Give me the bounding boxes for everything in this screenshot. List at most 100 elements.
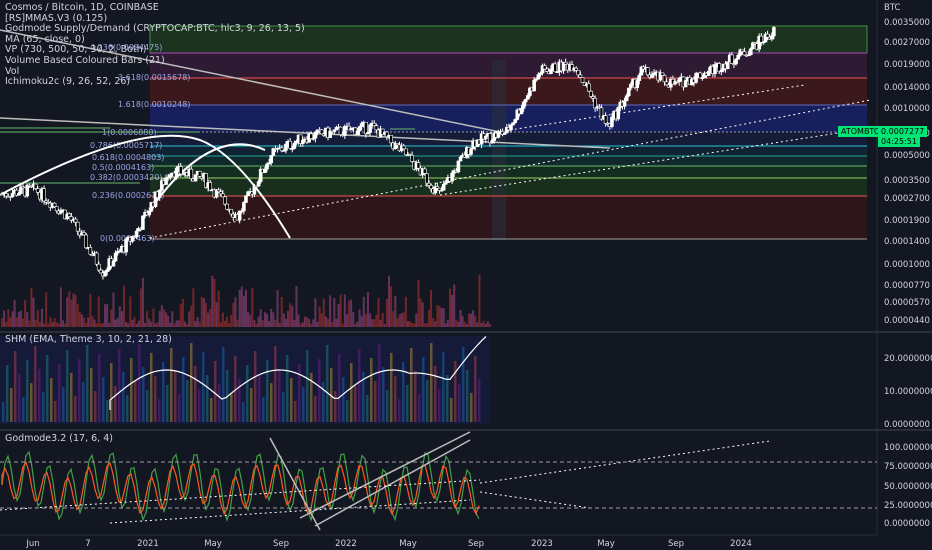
volume-bar xyxy=(217,290,220,327)
volume-bar xyxy=(404,296,407,327)
volume-bar xyxy=(324,316,327,327)
time-tick-label: May xyxy=(399,539,417,549)
candle-body xyxy=(574,67,578,71)
shm-bar xyxy=(194,366,197,422)
shm-bar xyxy=(414,371,417,422)
candle-body xyxy=(706,70,711,76)
volume-bar xyxy=(228,323,231,327)
time-tick-label: 2023 xyxy=(531,539,553,549)
candle-body xyxy=(748,48,753,56)
time-tick-label: May xyxy=(204,539,222,549)
candle-body xyxy=(284,143,288,151)
volume-bar xyxy=(333,298,336,327)
shm-bar xyxy=(354,386,357,422)
volume-bar xyxy=(106,304,109,327)
volume-bar xyxy=(259,309,262,327)
candle-body xyxy=(513,119,517,123)
volume-bar xyxy=(47,323,50,327)
shm-tick-label: 20.0000000 xyxy=(884,354,932,364)
volume-bar xyxy=(236,319,239,327)
volume-bar xyxy=(406,321,409,327)
candle-body xyxy=(229,209,234,215)
godmode-pane-title[interactable]: Godmode3.2 (17, 6, 4) xyxy=(5,433,113,444)
legend-indicator[interactable]: Ichimoku2c (9, 26, 52, 26) xyxy=(5,77,305,88)
volume-bar xyxy=(118,306,121,327)
volume-bar xyxy=(13,299,16,327)
shm-pane-title[interactable]: SHM (EMA, Theme 3, 10, 2, 21, 28) xyxy=(5,334,172,345)
shm-tick-label: 10.0000000 xyxy=(884,387,932,397)
volume-bar xyxy=(66,297,69,327)
volume-bar xyxy=(398,314,401,327)
candle-body xyxy=(313,132,318,139)
candle-body xyxy=(589,90,593,97)
volume-bar xyxy=(95,323,98,327)
volume-bar xyxy=(362,296,365,327)
candle-body xyxy=(509,124,513,131)
volume-bar xyxy=(205,302,208,327)
volume-bar xyxy=(1,318,3,327)
shm-bar xyxy=(50,378,53,422)
shm-bar xyxy=(306,350,309,422)
volume-bar xyxy=(34,319,37,327)
volume-bar xyxy=(444,323,447,327)
volume-bar xyxy=(335,318,338,327)
shm-bar xyxy=(410,348,413,422)
candle-body xyxy=(580,77,585,83)
candle-body xyxy=(635,80,639,88)
shm-bar xyxy=(430,343,433,422)
shm-bar xyxy=(290,378,293,422)
shm-bar xyxy=(162,362,165,422)
volume-bar xyxy=(467,313,470,327)
shm-bar xyxy=(242,402,245,422)
fib-level-label: 0.618(0.0004803) xyxy=(92,153,164,162)
volume-bar xyxy=(186,323,189,327)
candle-body xyxy=(35,188,40,193)
candle-body xyxy=(54,206,59,212)
candle-body xyxy=(511,122,515,126)
volume-bar xyxy=(83,317,86,327)
volume-bar xyxy=(339,294,342,327)
candle-body xyxy=(553,63,557,73)
volume-bar xyxy=(348,300,351,327)
candle-body xyxy=(263,168,267,173)
volume-bar xyxy=(413,323,416,327)
volume-bar xyxy=(213,279,216,327)
volume-bar xyxy=(480,322,483,327)
volume-bar xyxy=(152,308,155,327)
shm-bar xyxy=(454,361,457,422)
volume-bar xyxy=(455,319,458,327)
candle-body xyxy=(490,140,494,144)
volume-bar xyxy=(234,297,237,327)
candle-body xyxy=(713,64,717,75)
time-tick-label: 2024 xyxy=(730,539,752,549)
candle-body xyxy=(242,202,246,212)
volume-bar xyxy=(423,323,426,327)
volume-bar xyxy=(388,275,390,327)
candle-body xyxy=(429,185,433,190)
time-tick-label: May xyxy=(597,539,615,549)
volume-bar xyxy=(419,298,422,327)
candle-body xyxy=(193,174,198,182)
volume-bar xyxy=(446,319,449,327)
volume-bar xyxy=(356,321,359,327)
volume-bar xyxy=(478,274,481,327)
volume-bar xyxy=(91,316,94,327)
shm-bar xyxy=(258,374,261,422)
volume-bar xyxy=(85,322,88,327)
volume-bar xyxy=(318,306,321,327)
volume-bar xyxy=(188,311,191,327)
legend-symbol[interactable]: Cosmos / Bitcoin, 1D, COINBASE xyxy=(5,2,305,14)
volume-bar xyxy=(360,315,363,327)
volume-bar xyxy=(131,319,134,327)
shm-bar xyxy=(94,391,97,422)
shm-bar xyxy=(118,349,121,422)
shm-bar xyxy=(326,345,329,422)
candle-body xyxy=(624,95,629,102)
candle-body xyxy=(422,168,427,174)
volume-bar xyxy=(78,311,81,327)
volume-bar xyxy=(9,317,12,327)
volume-bar xyxy=(87,317,90,327)
volume-bar xyxy=(322,298,325,327)
legend-indicator[interactable]: Volume Based Coloured Bars (21) xyxy=(5,55,305,67)
volume-bar xyxy=(364,313,367,327)
